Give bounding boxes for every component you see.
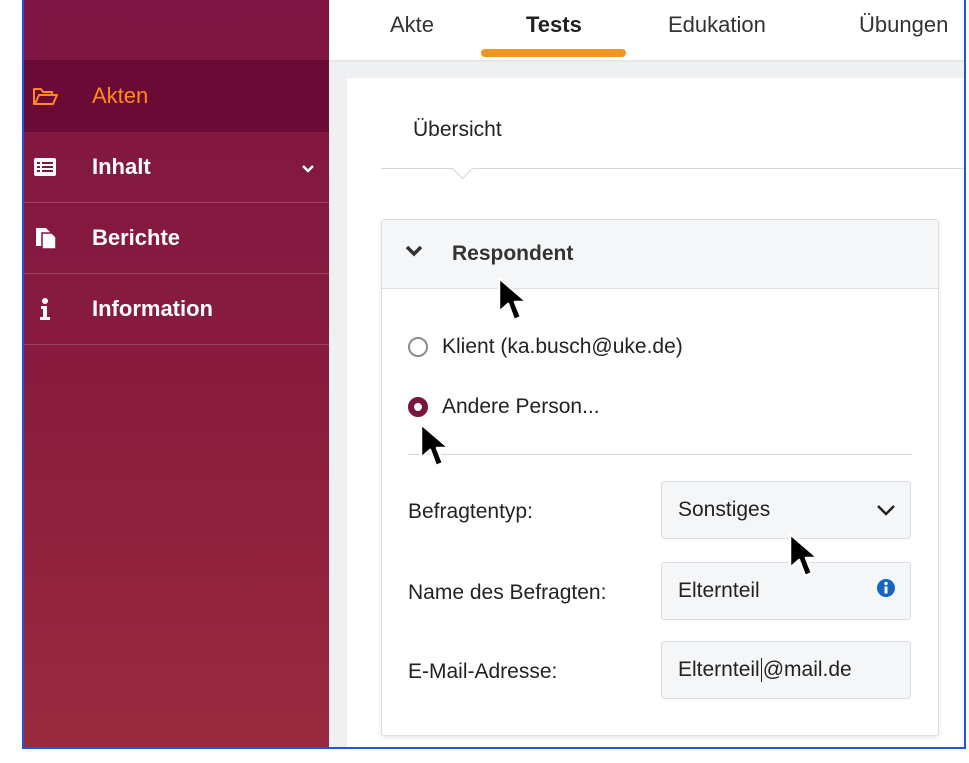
input-value-after-caret: @mail.de: [762, 658, 852, 681]
respondent-panel: Respondent Klient (ka.busch@uke.de) Ande…: [381, 219, 939, 736]
main-content: Übersicht Respondent Klient (ka.busch@uk…: [347, 78, 964, 747]
sidebar-item-akten[interactable]: Akten: [24, 60, 329, 132]
folder-open-icon: [32, 83, 58, 109]
active-tab-indicator: [481, 49, 626, 57]
sidebar-item-label: Berichte: [92, 225, 181, 250]
text-caret: [760, 658, 762, 682]
radio-label: Klient (ka.busch@uke.de): [442, 335, 683, 358]
tab-akte[interactable]: Akte: [390, 12, 434, 38]
tab-edukation[interactable]: Edukation: [668, 12, 766, 38]
respondent-panel-header[interactable]: Respondent: [382, 220, 938, 289]
app-window: Akten Inhalt Berichte Information Akte T…: [22, 0, 966, 749]
radio-option-klient[interactable]: Klient (ka.busch@uke.de): [408, 335, 683, 359]
radio-option-andere-person[interactable]: Andere Person...: [408, 395, 600, 419]
mouse-pointer-icon: [419, 422, 451, 468]
chevron-down-icon[interactable]: [404, 244, 424, 263]
documents-icon: [32, 225, 58, 251]
sidebar-item-inhalt[interactable]: Inhalt: [24, 132, 329, 203]
tab-tests[interactable]: Tests: [526, 12, 582, 38]
radio-button[interactable]: [408, 337, 428, 357]
tab-uebersicht[interactable]: Übersicht: [413, 118, 502, 142]
tab-uebungen[interactable]: Übungen: [859, 12, 948, 38]
befragtentyp-select[interactable]: Sonstiges: [661, 481, 911, 539]
email-input[interactable]: Elternteil @mail.de: [661, 641, 911, 699]
sidebar: Akten Inhalt Berichte Information: [24, 0, 329, 747]
chevron-down-icon: [876, 498, 896, 522]
sidebar-item-label: Akten: [92, 83, 149, 108]
sidebar-item-berichte[interactable]: Berichte: [24, 203, 329, 274]
email-label: E-Mail-Adresse:: [408, 660, 558, 683]
sidebar-item-information[interactable]: Information: [24, 274, 329, 345]
input-value-before-caret: Elternteil: [678, 658, 760, 681]
name-label: Name des Befragten:: [408, 581, 607, 604]
select-value: Sonstiges: [678, 498, 771, 521]
input-value: Elternteil: [678, 579, 760, 602]
name-input[interactable]: Elternteil: [661, 562, 911, 620]
info-icon: [32, 296, 58, 322]
mouse-pointer-icon: [788, 532, 820, 578]
befragtentyp-label: Befragtentyp:: [408, 500, 533, 523]
chevron-down-icon[interactable]: [301, 154, 315, 180]
info-icon[interactable]: [876, 578, 896, 604]
radio-label: Andere Person...: [442, 395, 600, 418]
subtab-indicator: [451, 157, 474, 180]
mouse-pointer-icon: [497, 276, 529, 322]
list-icon: [32, 154, 58, 180]
top-tab-bar: Akte Tests Edukation Übungen: [329, 0, 964, 60]
radio-button[interactable]: [408, 397, 428, 417]
sidebar-item-label: Information: [92, 296, 213, 321]
sidebar-header: [24, 0, 329, 60]
respondent-title: Respondent: [452, 242, 574, 265]
sidebar-item-label: Inhalt: [92, 154, 151, 179]
divider: [408, 454, 912, 455]
